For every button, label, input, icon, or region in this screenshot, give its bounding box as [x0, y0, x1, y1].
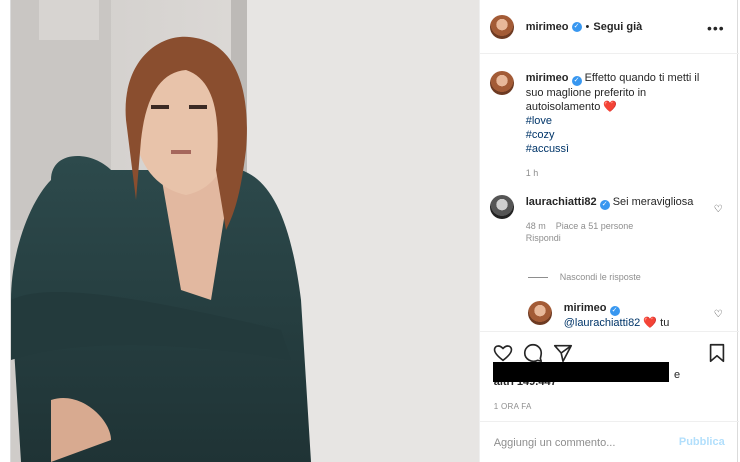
- share-plane-icon[interactable]: [552, 342, 574, 364]
- reply-item: mirimeo ✓ @laurachiatti82 ❤️ tu: [527, 301, 708, 330]
- post-photo[interactable]: [11, 0, 479, 462]
- commenter-username[interactable]: laurachiatti82: [526, 196, 597, 208]
- hide-replies-toggle[interactable]: Nascondi le risposte: [527, 272, 641, 282]
- hide-replies-label: Nascondi le risposte: [559, 272, 641, 282]
- commenter-avatar[interactable]: [489, 195, 514, 219]
- hashtag-accussi[interactable]: #accussì: [526, 142, 716, 156]
- caption-avatar[interactable]: [489, 71, 514, 95]
- author-avatar[interactable]: [489, 14, 514, 39]
- reply-text: tu: [660, 317, 670, 329]
- replies-divider: [527, 276, 548, 278]
- reply-avatar[interactable]: [527, 301, 552, 325]
- hashtag-cozy[interactable]: #cozy: [526, 128, 716, 142]
- comments-list[interactable]: mirimeo ✓ Effetto quando ti metti il suo …: [480, 55, 739, 331]
- header-separator: •: [585, 20, 590, 33]
- reply-heart-emoji: ❤️: [643, 317, 658, 329]
- hashtag-love[interactable]: #love: [526, 114, 716, 128]
- following-button[interactable]: Segui già: [593, 21, 642, 33]
- comment-time[interactable]: 48 m: [526, 221, 546, 231]
- post-header: mirimeo ✓ • Segui già •••: [479, 0, 739, 54]
- caption-heart-emoji: ❤️: [603, 101, 618, 113]
- like-heart-icon[interactable]: [492, 342, 514, 364]
- caption-username[interactable]: mirimeo: [526, 72, 569, 84]
- verified-badge-icon: ✓: [609, 306, 620, 316]
- post-sidebar: mirimeo ✓ • Segui già ••• mirimeo ✓ Effet…: [478, 0, 739, 462]
- author-username[interactable]: mirimeo: [526, 21, 569, 33]
- more-options-icon[interactable]: •••: [707, 20, 725, 36]
- likes-suffix: e: [674, 369, 681, 381]
- add-comment-bar: Pubblica: [479, 421, 739, 462]
- verified-badge-icon: ✓: [571, 76, 582, 86]
- reply-username[interactable]: mirimeo: [564, 302, 607, 314]
- publish-button[interactable]: Pubblica: [679, 436, 725, 448]
- posted-time[interactable]: 1 ORA FA: [494, 402, 532, 411]
- caption: mirimeo ✓ Effetto quando ti metti il suo …: [489, 71, 730, 180]
- reply-like-heart-icon[interactable]: ♡: [714, 309, 723, 320]
- comment-likes[interactable]: Piace a 51 persone: [556, 221, 634, 231]
- reply-mention[interactable]: @laurachiatti82: [564, 317, 641, 329]
- verified-badge-icon: ✓: [571, 21, 582, 32]
- comment-item: laurachiatti82 ✓ Sei meravigliosa 48 m Pia…: [489, 195, 730, 244]
- comment-meta: 48 m Piace a 51 persone Rispondi: [526, 220, 696, 244]
- verified-badge-icon: ✓: [599, 200, 610, 210]
- photo-illustration: [11, 0, 479, 462]
- post-modal: mirimeo ✓ • Segui già ••• mirimeo ✓ Effet…: [10, 0, 739, 462]
- redaction-bar: [493, 362, 669, 382]
- comment-like-heart-icon[interactable]: ♡: [714, 204, 723, 215]
- reply-button[interactable]: Rispondi: [526, 233, 561, 243]
- comment-text: Sei meravigliosa: [612, 196, 694, 208]
- comment-input[interactable]: [493, 434, 674, 452]
- save-bookmark-icon[interactable]: [706, 342, 728, 364]
- caption-time[interactable]: 1 h: [526, 166, 716, 180]
- comment-bubble-icon[interactable]: [522, 342, 544, 364]
